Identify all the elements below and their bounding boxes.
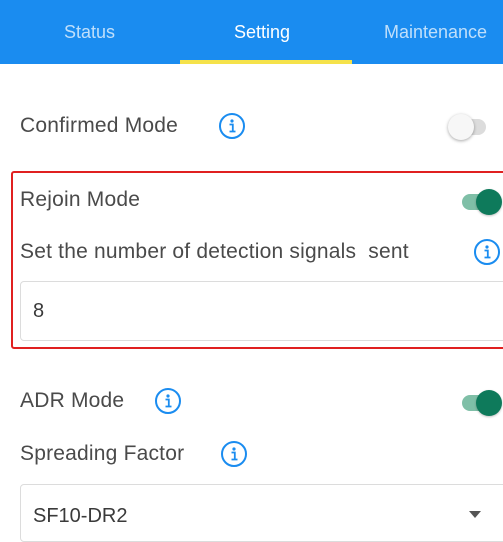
toggle-knob (476, 390, 502, 416)
rejoin-mode-toggle[interactable] (462, 189, 502, 215)
confirmed-mode-toggle[interactable] (448, 114, 486, 140)
active-tab-indicator (180, 60, 352, 64)
tab-setting[interactable]: Setting (234, 22, 290, 43)
adr-mode-label: ADR Mode (20, 389, 125, 412)
toggle-knob (448, 114, 474, 140)
detection-signals-value: 8 (33, 300, 45, 322)
info-icon[interactable] (155, 388, 181, 414)
info-icon[interactable] (219, 113, 245, 139)
detection-signals-input[interactable]: 8 (20, 281, 503, 341)
rejoin-mode-label: Rejoin Mode (20, 188, 141, 211)
adr-mode-toggle[interactable] (462, 390, 502, 416)
spreading-factor-value: SF10-DR2 (33, 505, 128, 527)
info-icon[interactable] (474, 239, 500, 265)
tab-bar: Status Setting Maintenance (0, 0, 503, 64)
chevron-down-icon (469, 511, 481, 518)
tab-status[interactable]: Status (64, 22, 115, 43)
confirmed-mode-label: Confirmed Mode (20, 114, 179, 137)
spreading-factor-label: Spreading Factor (20, 442, 185, 465)
detection-signals-label: Set the number of detection signals sent (20, 240, 409, 263)
spreading-factor-select[interactable]: SF10-DR2 (20, 484, 503, 542)
info-icon[interactable] (221, 441, 247, 467)
toggle-knob (476, 189, 502, 215)
tab-maintenance[interactable]: Maintenance (384, 22, 487, 43)
